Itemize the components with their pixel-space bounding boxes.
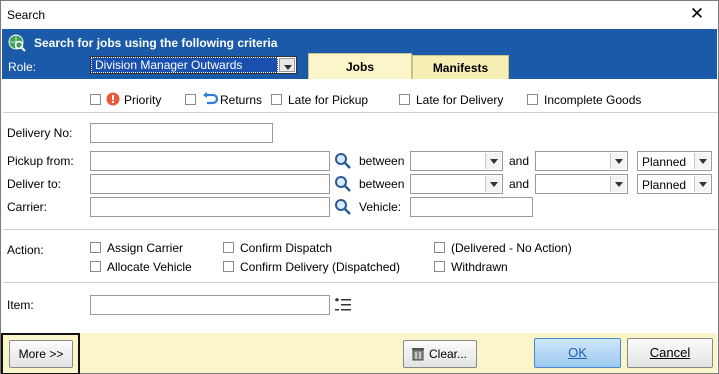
delivered-no-action-label: (Delivered - No Action)	[451, 241, 572, 255]
action-label: Action:	[7, 243, 44, 257]
allocate-vehicle-checkbox[interactable]	[90, 261, 101, 272]
role-label: Role:	[8, 60, 37, 74]
dropdown-arrow	[699, 182, 707, 187]
ok-button[interactable]: OK	[534, 338, 621, 368]
deliver-status-select[interactable]: Planned	[637, 174, 712, 194]
chevron-down-icon[interactable]	[694, 176, 710, 192]
chevron-down-icon[interactable]	[485, 153, 501, 169]
trash-icon	[412, 348, 424, 361]
delivered-no-action-checkbox[interactable]	[434, 242, 445, 253]
dropdown-arrow	[615, 159, 623, 164]
priority-icon	[106, 92, 120, 106]
pickup-between-label: between	[359, 154, 405, 168]
assign-carrier-checkbox[interactable]	[90, 242, 101, 253]
close-icon[interactable]: ✕	[688, 4, 706, 24]
role-select[interactable]: Division Manager Outwards	[90, 56, 297, 74]
confirm-dispatch-checkbox[interactable]	[223, 242, 234, 253]
late-delivery-label: Late for Delivery	[416, 93, 504, 107]
deliver-and-label: and	[509, 177, 530, 191]
divider	[3, 112, 718, 113]
withdrawn-label: Withdrawn	[451, 260, 508, 274]
returns-icon	[203, 92, 218, 105]
more-highlight-frame	[1, 333, 80, 374]
carrier-label: Carrier:	[7, 200, 48, 214]
window-title: Search	[7, 8, 46, 22]
pickup-status-value: Planned	[642, 155, 687, 169]
deliver-search-icon[interactable]	[333, 174, 353, 194]
chevron-down-icon[interactable]	[279, 58, 295, 72]
tab-manifests[interactable]: Manifests	[412, 55, 509, 79]
chevron-down-icon[interactable]	[694, 153, 710, 169]
role-select-value: Division Manager Outwards	[91, 57, 278, 73]
chevron-down-icon[interactable]	[485, 176, 501, 192]
deliver-to-input[interactable]	[90, 174, 330, 194]
dropdown-arrow	[284, 65, 292, 70]
vehicle-input[interactable]	[410, 197, 533, 217]
chevron-down-icon[interactable]	[610, 176, 626, 192]
divider	[3, 282, 718, 283]
confirm-delivery-checkbox[interactable]	[223, 261, 234, 272]
priority-checkbox[interactable]	[90, 94, 101, 105]
allocate-vehicle-label: Allocate Vehicle	[107, 260, 192, 274]
dropdown-arrow	[490, 159, 498, 164]
incomplete-goods-checkbox[interactable]	[527, 94, 538, 105]
title-bar: Search ✕	[1, 1, 718, 29]
deliver-date-to[interactable]	[535, 174, 628, 194]
deliver-between-label: between	[359, 177, 405, 191]
pickup-date-from[interactable]	[410, 151, 503, 171]
incomplete-goods-label: Incomplete Goods	[544, 93, 642, 107]
pickup-from-label: Pickup from:	[7, 154, 74, 168]
late-pickup-label: Late for Pickup	[288, 93, 369, 107]
assign-carrier-label: Assign Carrier	[107, 241, 184, 255]
list-filter-icon[interactable]	[335, 298, 351, 312]
globe-search-icon	[8, 34, 26, 52]
chevron-down-icon[interactable]	[610, 153, 626, 169]
confirm-dispatch-label: Confirm Dispatch	[240, 241, 333, 255]
item-input[interactable]	[90, 295, 330, 315]
vehicle-label: Vehicle:	[359, 200, 402, 214]
withdrawn-checkbox[interactable]	[434, 261, 445, 272]
pickup-search-icon[interactable]	[333, 151, 353, 171]
clear-label: Clear...	[428, 347, 467, 361]
search-window: Search ✕ Search for jobs using the follo…	[0, 0, 719, 374]
pickup-from-input[interactable]	[90, 151, 330, 171]
cancel-button[interactable]: Cancel	[627, 338, 713, 368]
confirm-delivery-label: Confirm Delivery (Dispatched)	[240, 260, 401, 274]
divider	[3, 229, 718, 230]
pickup-date-to[interactable]	[535, 151, 628, 171]
pickup-status-select[interactable]: Planned	[637, 151, 712, 171]
clear-button[interactable]: Clear...	[403, 340, 477, 368]
returns-label: Returns	[220, 93, 263, 107]
delivery-no-label: Delivery No:	[7, 126, 73, 140]
delivery-no-input[interactable]	[90, 123, 273, 143]
dropdown-arrow	[490, 182, 498, 187]
search-panel: Priority Returns Late for Pickup Late fo…	[2, 79, 718, 333]
late-pickup-checkbox[interactable]	[271, 94, 282, 105]
deliver-date-from[interactable]	[410, 174, 503, 194]
deliver-to-label: Deliver to:	[7, 177, 62, 191]
pickup-and-label: and	[509, 154, 530, 168]
carrier-search-icon[interactable]	[333, 197, 353, 217]
banner-title: Search for jobs using the following crit…	[34, 36, 278, 50]
returns-checkbox[interactable]	[185, 94, 196, 105]
carrier-input[interactable]	[90, 197, 330, 217]
deliver-status-value: Planned	[642, 178, 687, 192]
late-delivery-checkbox[interactable]	[399, 94, 410, 105]
item-label: Item:	[7, 298, 34, 312]
priority-label: Priority	[124, 93, 162, 107]
dropdown-arrow	[699, 159, 707, 164]
dropdown-arrow	[615, 182, 623, 187]
tab-jobs[interactable]: Jobs	[308, 53, 412, 79]
dialog-footer: More >> Clear... OK Cancel	[2, 333, 717, 373]
